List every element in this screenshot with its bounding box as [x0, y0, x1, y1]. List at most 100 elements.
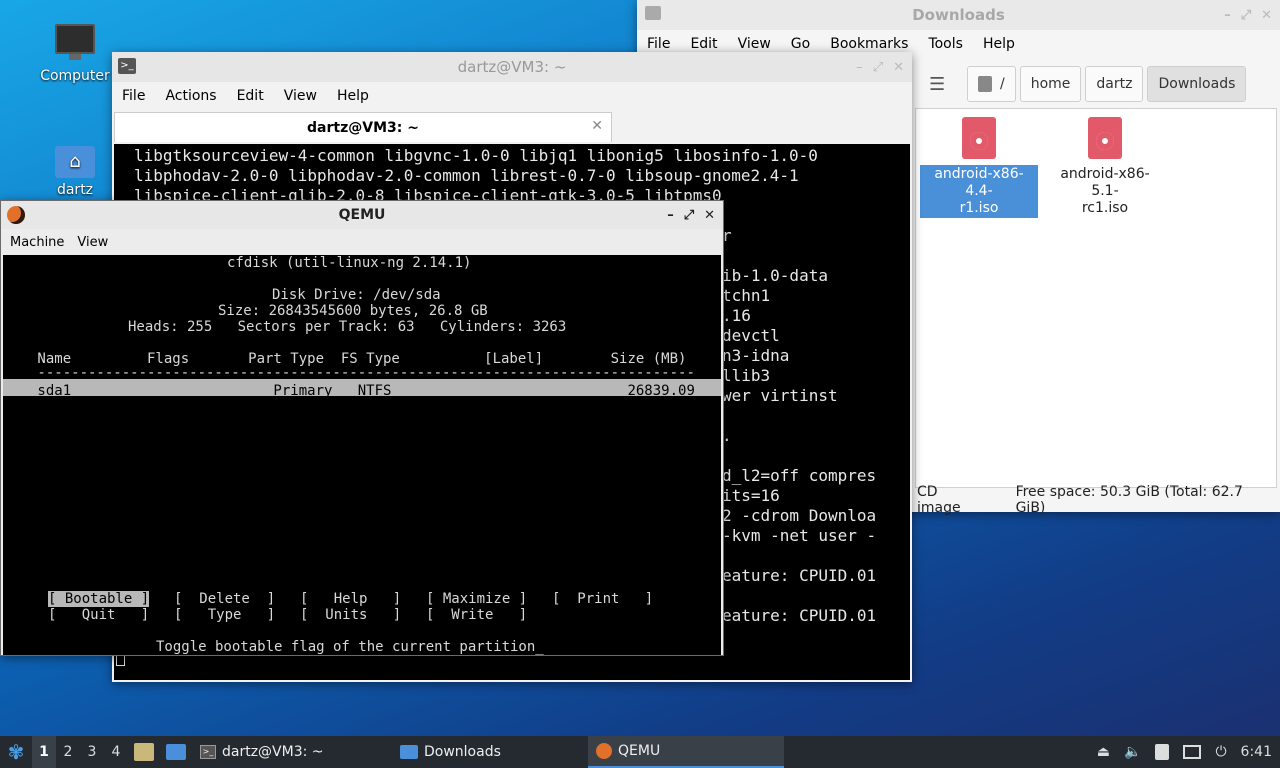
file-name-line1: android-x86-4.4-: [934, 166, 1024, 199]
terminal-line: n3-idna: [722, 346, 790, 365]
menu-view[interactable]: View: [728, 36, 781, 52]
file-item[interactable]: android-x86-4.4- r1.iso: [920, 117, 1038, 218]
volume-icon[interactable]: 🔈: [1124, 744, 1141, 760]
network-icon[interactable]: [1183, 745, 1202, 759]
maximize-icon[interactable]: ⤢: [684, 208, 694, 223]
menu-file[interactable]: File: [112, 88, 155, 104]
drive-icon: [978, 76, 992, 92]
disc-image-icon: [1088, 117, 1122, 159]
menu-edit[interactable]: Edit: [680, 36, 727, 52]
menu-edit[interactable]: Edit: [227, 88, 274, 104]
menu-bookmarks[interactable]: Bookmarks: [820, 36, 918, 52]
maximize-icon[interactable]: ⤢: [873, 60, 883, 75]
terminal-line: ib-1.0-data: [722, 266, 828, 285]
qemu-icon: [7, 206, 25, 224]
menu-view[interactable]: View: [274, 88, 327, 104]
workspace-3[interactable]: 3: [80, 744, 104, 760]
clock[interactable]: 6:41: [1241, 744, 1272, 760]
task-label: Downloads: [424, 744, 501, 760]
help-text: Toggle bootable flag of the current part…: [156, 639, 544, 655]
delete-button[interactable]: [ Delete ]: [174, 591, 275, 607]
terminal-tab[interactable]: dartz@VM3: ~ ✕: [114, 112, 612, 142]
terminal-line: libphodav-2.0-0 libphodav-2.0-common lib…: [134, 166, 799, 185]
home-folder-icon: ⌂: [55, 146, 95, 178]
terminal-line: d_l2=off compres: [722, 466, 877, 485]
terminal-line: llib3: [722, 366, 771, 385]
menu-help[interactable]: Help: [327, 88, 379, 104]
status-bar: CD image Free space: 50.3 GiB (Total: 62…: [915, 484, 1277, 516]
file-manager-titlebar[interactable]: Downloads – ⤢ ✕: [637, 0, 1280, 30]
window-title: Downloads: [912, 6, 1005, 24]
show-desktop-icon[interactable]: [166, 744, 186, 760]
qemu-titlebar[interactable]: QEMU – ⤢ ✕: [1, 201, 723, 229]
quit-button[interactable]: [ Quit ]: [48, 607, 149, 623]
desktop-icon-computer[interactable]: Computer: [35, 24, 115, 84]
folder-icon: [645, 6, 661, 20]
clipboard-icon[interactable]: [1155, 744, 1170, 760]
menu-tools[interactable]: Tools: [918, 36, 973, 52]
terminal-line: libgtksourceview-4-common libgvnc-1.0-0 …: [134, 146, 818, 165]
status-free-space: Free space: 50.3 GiB (Total: 62.7 GiB): [1015, 484, 1243, 516]
terminal-line: tchn1: [722, 286, 771, 305]
menu-help[interactable]: Help: [973, 36, 1025, 52]
maximize-icon[interactable]: ⤢: [1241, 8, 1251, 23]
breadcrumb-home[interactable]: home: [1019, 66, 1082, 102]
minimize-icon[interactable]: –: [667, 208, 674, 223]
breadcrumb-downloads[interactable]: Downloads: [1147, 66, 1247, 102]
workspace-1[interactable]: 1: [32, 736, 56, 768]
file-name-line2: rc1.iso: [1081, 200, 1129, 216]
close-icon[interactable]: ✕: [893, 60, 904, 75]
power-icon[interactable]: ⏻: [1215, 744, 1226, 760]
close-icon[interactable]: ✕: [704, 208, 715, 223]
maximize-button[interactable]: [ Maximize ]: [426, 591, 527, 607]
disc-image-icon: [962, 117, 996, 159]
close-icon[interactable]: ✕: [1261, 8, 1272, 23]
partition-row-sda1[interactable]: sda1 Primary NTFS 26839.09: [29, 383, 694, 399]
window-title: QEMU: [338, 207, 386, 223]
terminal-menubar: File Actions Edit View Help: [112, 84, 912, 108]
disk-geometry-label: Heads: 255 Sectors per Track: 63 Cylinde…: [128, 319, 567, 335]
breadcrumb-dartz[interactable]: dartz: [1085, 66, 1144, 102]
terminal-line: eature: CPUID.01: [722, 566, 877, 585]
file-name-line1: android-x86-5.1-: [1060, 166, 1150, 199]
list-view-icon[interactable]: ☰: [929, 74, 945, 95]
desktop-icon-label: dartz: [56, 182, 94, 198]
vm-display[interactable]: cfdisk (util-linux-ng 2.14.1) Disk Drive…: [3, 255, 721, 655]
minimize-icon[interactable]: –: [856, 60, 863, 75]
workspace-2[interactable]: 2: [56, 744, 80, 760]
eject-icon[interactable]: ⏏: [1097, 744, 1110, 760]
qemu-window: QEMU – ⤢ ✕ Machine View cfdisk (util-lin…: [0, 200, 724, 656]
task-downloads[interactable]: Downloads: [392, 736, 588, 768]
print-button[interactable]: [ Print ]: [552, 591, 653, 607]
write-button[interactable]: [ Write ]: [426, 607, 527, 623]
tab-close-icon[interactable]: ✕: [591, 118, 603, 134]
terminal-titlebar[interactable]: >_ dartz@VM3: ~ – ⤢ ✕: [112, 52, 912, 82]
terminal-line: wer virtinst: [722, 386, 838, 405]
menu-machine[interactable]: Machine: [1, 235, 68, 250]
task-terminal[interactable]: >_ dartz@VM3: ~: [192, 736, 392, 768]
minimize-icon[interactable]: –: [1224, 8, 1231, 23]
system-tray: ⏏ 🔈 ⏻ 6:41: [1097, 736, 1272, 768]
menu-actions[interactable]: Actions: [155, 88, 226, 104]
file-item[interactable]: android-x86-5.1- rc1.iso: [1046, 117, 1164, 218]
menu-go[interactable]: Go: [781, 36, 820, 52]
folder-icon: [400, 745, 418, 759]
qemu-icon: [596, 743, 612, 759]
desktop-icon-home[interactable]: ⌂ dartz: [35, 146, 115, 198]
start-menu-icon[interactable]: ✾: [0, 736, 32, 768]
type-button[interactable]: [ Type ]: [174, 607, 275, 623]
bootable-button[interactable]: [ Bootable ]: [48, 591, 150, 607]
desktop-icon-label: Computer: [40, 68, 110, 84]
breadcrumb-root[interactable]: /: [967, 66, 1016, 102]
file-list: android-x86-4.4- r1.iso android-x86-5.1- r…: [915, 108, 1277, 488]
disk-size-label: Size: 26843545600 bytes, 26.8 GB: [218, 303, 488, 319]
menu-view[interactable]: View: [68, 235, 112, 250]
task-label: dartz@VM3: ~: [222, 744, 324, 760]
task-qemu[interactable]: QEMU: [588, 736, 784, 768]
menu-file[interactable]: File: [637, 36, 680, 52]
units-button[interactable]: [ Units ]: [300, 607, 401, 623]
file-manager-launcher-icon[interactable]: [134, 743, 154, 761]
workspace-4[interactable]: 4: [104, 744, 128, 760]
terminal-line: -kvm -net user -: [722, 526, 877, 545]
help-button[interactable]: [ Help ]: [300, 591, 401, 607]
